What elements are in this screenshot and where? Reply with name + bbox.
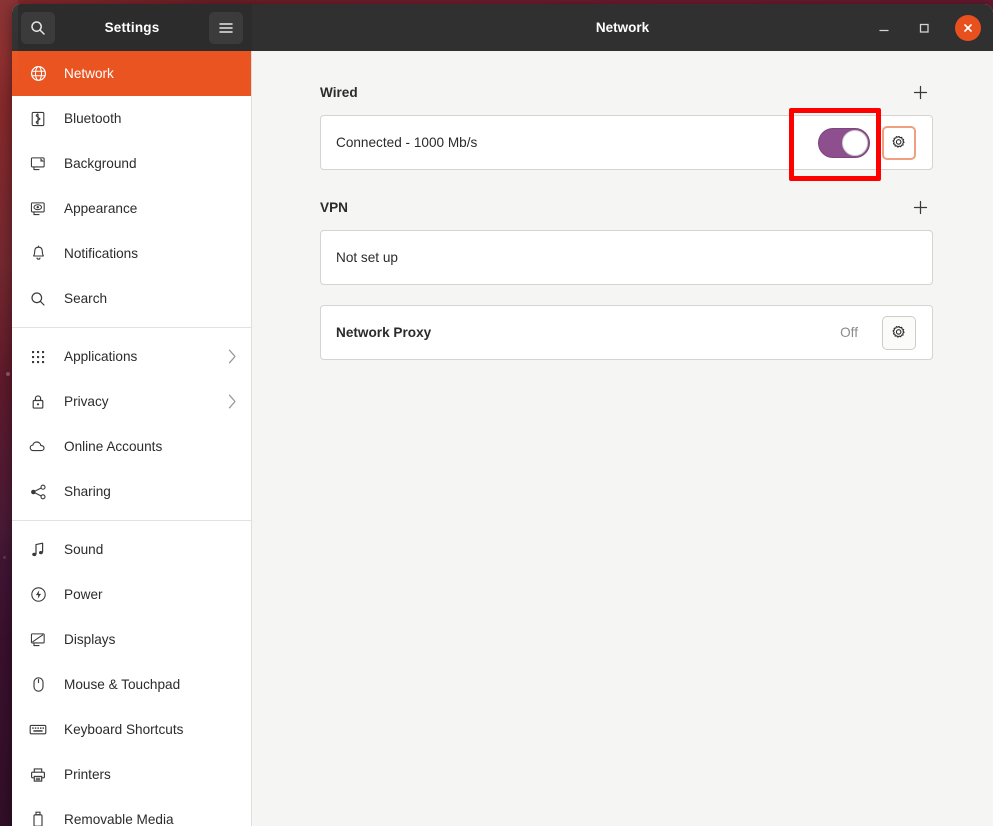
bluetooth-icon [28, 109, 48, 129]
gear-icon [892, 135, 905, 148]
wallpaper-speck [3, 556, 6, 559]
plus-icon [913, 85, 927, 99]
sidebar-item-search[interactable]: Search [12, 276, 251, 321]
settings-window: Settings Network Network Bluetooth Backg… [12, 4, 993, 826]
sidebar-item-label: Mouse & Touchpad [64, 677, 181, 692]
toggle-knob [842, 129, 868, 156]
sidebar-item-label: Sharing [64, 484, 111, 499]
sidebar-item-applications[interactable]: Applications [12, 334, 251, 379]
sidebar-item-label: Displays [64, 632, 116, 647]
sidebar-item-label: Background [64, 156, 137, 171]
display-icon [28, 630, 48, 650]
lock-icon [28, 392, 48, 412]
sidebar-item-label: Keyboard Shortcuts [64, 722, 184, 737]
vpn-status: Not set up [336, 250, 398, 265]
sidebar-item-label: Notifications [64, 246, 139, 261]
mouse-icon [28, 675, 48, 695]
printer-icon [28, 765, 48, 785]
share-nodes-icon [28, 482, 48, 502]
desktop-background: Settings Network Network Bluetooth Backg… [0, 0, 993, 826]
sidebar-item-label: Removable Media [64, 812, 174, 826]
sidebar-item-label: Power [64, 587, 103, 602]
sidebar-item-removable-media[interactable]: Removable Media [12, 797, 251, 826]
sidebar-item-background[interactable]: Background [12, 141, 251, 186]
wired-section-header: Wired [320, 79, 933, 105]
settings-sidebar: Network Bluetooth Background Appearance … [12, 51, 252, 826]
sidebar-item-power[interactable]: Power [12, 572, 251, 617]
sidebar-item-label: Search [64, 291, 108, 306]
plus-icon [913, 200, 927, 214]
sidebar-item-notifications[interactable]: Notifications [12, 231, 251, 276]
close-button[interactable] [955, 14, 981, 41]
maximize-icon [919, 23, 929, 33]
sidebar-separator [12, 327, 251, 328]
search-icon [28, 289, 48, 309]
add-vpn-button[interactable] [907, 194, 933, 220]
sidebar-item-sharing[interactable]: Sharing [12, 469, 251, 514]
power-bolt-icon [28, 585, 48, 605]
wired-connection-status: Connected - 1000 Mb/s [336, 135, 478, 150]
bell-icon [28, 244, 48, 264]
sidebar-item-privacy[interactable]: Privacy [12, 379, 251, 424]
main-menu-button[interactable] [209, 11, 243, 44]
appearance-icon [28, 199, 48, 219]
hamburger-menu-icon [219, 22, 233, 33]
wired-connection-toggle[interactable] [818, 127, 870, 158]
globe-icon [28, 64, 48, 84]
sidebar-item-label: Appearance [64, 201, 138, 216]
vpn-section-header: VPN [320, 194, 933, 220]
sidebar-item-network[interactable]: Network [12, 51, 251, 96]
maximize-button[interactable] [911, 15, 937, 41]
sidebar-item-label: Applications [64, 349, 138, 364]
network-proxy-settings-button[interactable] [882, 315, 916, 350]
sidebar-item-bluetooth[interactable]: Bluetooth [12, 96, 251, 141]
sidebar-item-online-accounts[interactable]: Online Accounts [12, 424, 251, 469]
sidebar-item-label: Online Accounts [64, 439, 163, 454]
vpn-row: Not set up [320, 230, 933, 285]
sidebar-item-mouse-touchpad[interactable]: Mouse & Touchpad [12, 662, 251, 707]
wired-section-title: Wired [320, 84, 358, 100]
sidebar-item-label: Printers [64, 767, 111, 782]
keyboard-icon [28, 720, 48, 740]
wired-settings-button[interactable] [882, 125, 916, 160]
sidebar-item-label: Bluetooth [64, 111, 122, 126]
window-title-bar: Network [252, 4, 993, 51]
sidebar-item-label: Network [64, 66, 114, 81]
network-settings-panel: Wired Connected - 1000 Mb/s VPN Not set … [252, 51, 993, 826]
close-icon [964, 23, 972, 32]
sidebar-separator [12, 520, 251, 521]
chevron-right-icon [228, 394, 237, 409]
sidebar-item-label: Privacy [64, 394, 109, 409]
sidebar-item-keyboard-shortcuts[interactable]: Keyboard Shortcuts [12, 707, 251, 752]
network-proxy-status: Off [840, 325, 858, 340]
sidebar-item-displays[interactable]: Displays [12, 617, 251, 662]
chevron-right-icon [228, 349, 237, 364]
sidebar-header: Settings [12, 4, 252, 51]
network-proxy-label: Network Proxy [336, 325, 432, 340]
vpn-section-title: VPN [320, 199, 348, 215]
network-proxy-row: Network Proxy Off [320, 305, 933, 360]
sidebar-item-sound[interactable]: Sound [12, 527, 251, 572]
window-body: Network Bluetooth Background Appearance … [12, 51, 993, 826]
minimize-icon [879, 29, 889, 31]
wallpaper-speck [6, 372, 10, 376]
app-title: Settings [104, 20, 160, 35]
search-icon [31, 20, 45, 35]
sidebar-item-label: Sound [64, 542, 104, 557]
apps-grid-icon [28, 347, 48, 367]
add-wired-connection-button[interactable] [907, 79, 933, 105]
usb-drive-icon [28, 810, 48, 826]
title-bar: Settings Network [12, 4, 993, 51]
search-button[interactable] [21, 11, 55, 44]
gear-icon [892, 325, 905, 338]
music-note-icon [28, 540, 48, 560]
wallpaper-icon [28, 154, 48, 174]
cloud-icon [28, 437, 48, 457]
wired-connection-row: Connected - 1000 Mb/s [320, 115, 933, 170]
sidebar-item-appearance[interactable]: Appearance [12, 186, 251, 231]
sidebar-item-printers[interactable]: Printers [12, 752, 251, 797]
minimize-button[interactable] [871, 15, 897, 41]
